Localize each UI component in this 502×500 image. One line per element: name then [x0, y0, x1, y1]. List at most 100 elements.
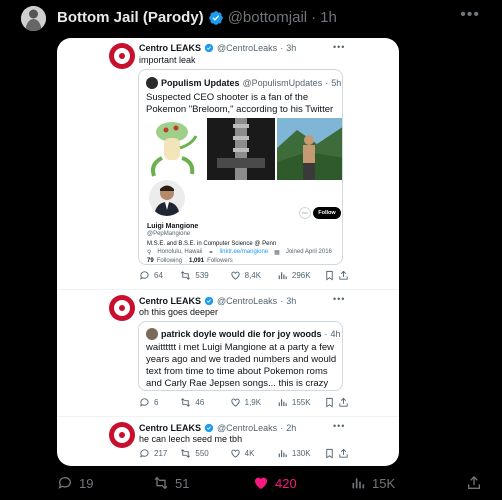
display-name[interactable]: Bottom Jail (Parody)	[57, 9, 204, 26]
bottomjail-avatar[interactable]	[21, 6, 46, 31]
like-count: 1,9K	[244, 398, 262, 407]
handle: @CentroLeaks	[217, 423, 278, 433]
views-count: 296K	[291, 271, 311, 280]
views-count: 130K	[291, 449, 311, 458]
verified-badge-icon	[208, 10, 223, 25]
separator: ·	[280, 296, 284, 306]
hiking-photo	[277, 118, 342, 180]
views-action: 296K	[277, 270, 324, 281]
handle[interactable]: @bottomjail	[228, 9, 307, 26]
like-count: 8,4K	[244, 271, 262, 280]
timestamp: 3h	[286, 296, 297, 306]
display-name: Centro LEAKS	[139, 296, 202, 306]
profile-screenshot: Follow ⋯ Luigi Mangione @PepMangione M.S…	[139, 118, 342, 264]
separator: ·	[324, 329, 328, 339]
repost-count: 550	[195, 449, 209, 458]
calendar-icon: ▦	[274, 250, 280, 256]
timestamp[interactable]: 1h	[320, 9, 337, 26]
tweet-header: Centro LEAKS @CentroLeaks · 3h	[139, 43, 296, 53]
repost-action: 539	[180, 270, 229, 281]
reply-button[interactable]: 19	[57, 475, 93, 491]
like-button[interactable]: 420	[253, 475, 297, 491]
followers-label: Followers	[207, 258, 233, 264]
reply-icon	[140, 271, 149, 280]
like-action: 1,9K	[230, 397, 277, 408]
like-count: 420	[275, 475, 297, 491]
quoted-tweet: Populism Updates @PopulismUpdates · 5h S…	[138, 69, 343, 265]
quote-header: Populism Updates @PopulismUpdates · 5h	[146, 77, 341, 89]
screenshot-image[interactable]: Centro LEAKS @CentroLeaks · 3h ••• impor…	[57, 38, 399, 466]
like-count: 4K	[244, 449, 255, 458]
repost-icon	[181, 398, 191, 407]
separator: ·	[280, 423, 284, 433]
bookmark-icon	[324, 448, 338, 459]
tweet-actions: 64 539 8,4K 296K	[139, 270, 349, 281]
centro-avatar	[109, 295, 135, 321]
timestamp: 4h	[330, 329, 341, 339]
quote-avatar	[146, 77, 158, 89]
share-icon	[338, 448, 349, 459]
reply-count: 6	[154, 398, 159, 407]
like-action: 8,4K	[230, 270, 277, 281]
tweet-actions: 217 550 4K 130K	[139, 448, 349, 459]
separator: ·	[280, 43, 284, 53]
profile-bio: M.S.E. and B.S.E. in Computer Science @ …	[147, 241, 277, 247]
profile-joined: Joined April 2016	[285, 249, 332, 255]
bookmark-icon	[324, 270, 338, 281]
profile-meta: ⚲ Honolulu, Hawaii ⚭ linktr.ee/mangione …	[147, 249, 332, 256]
display-name: Centro LEAKS	[139, 423, 202, 433]
tweet-text: he can leech seed me tbh	[139, 434, 243, 444]
tweet-text: important leak	[139, 55, 196, 65]
profile-link: linktr.ee/mangione	[219, 249, 269, 255]
views-icon	[278, 272, 287, 280]
verified-badge-icon	[204, 423, 214, 433]
separator: ·	[311, 9, 317, 26]
verified-badge-icon	[204, 43, 214, 53]
views-icon	[278, 399, 287, 407]
heart-icon	[231, 449, 240, 458]
repost-icon	[181, 449, 191, 458]
share-icon	[338, 397, 349, 408]
followers-count: 1,091	[189, 258, 205, 264]
bookmark-icon	[324, 397, 338, 408]
views-icon	[352, 478, 365, 489]
share-button[interactable]	[466, 475, 482, 491]
views-button[interactable]: 15K	[350, 475, 395, 491]
more-options-icon[interactable]: •••	[460, 6, 480, 24]
repost-icon	[154, 476, 168, 490]
profile-name: Luigi Mangione	[147, 223, 199, 230]
following-label: Following	[156, 258, 183, 264]
repost-count: 46	[195, 398, 205, 407]
share-icon	[338, 270, 349, 281]
link-icon: ⚭	[208, 250, 214, 256]
timestamp: 5h	[331, 78, 342, 88]
quote-header: patrick doyle would die for joy woods · …	[146, 328, 341, 340]
reply-icon	[140, 449, 149, 458]
heart-filled-icon	[255, 477, 267, 489]
reply-count: 19	[79, 475, 94, 491]
location-icon: ⚲	[147, 250, 152, 256]
reply-icon	[58, 477, 71, 489]
repost-action: 46	[180, 397, 229, 408]
reply-action: 217	[139, 448, 180, 459]
repost-count: 51	[175, 475, 190, 491]
views-action: 155K	[277, 397, 324, 408]
divider	[57, 289, 399, 290]
repost-button[interactable]: 51	[153, 475, 189, 491]
timestamp: 2h	[286, 423, 297, 433]
reply-action: 6	[139, 397, 180, 408]
like-action: 4K	[230, 448, 277, 459]
quote-text: Suspected CEO shooter is a fan of the Po…	[146, 92, 334, 115]
reply-icon	[140, 398, 149, 407]
breloom-image	[142, 118, 204, 184]
reply-count: 64	[154, 271, 163, 280]
profile-avatar	[147, 178, 187, 218]
profile-follow-counts: 79 Following 1,091 Followers	[147, 258, 233, 264]
xray-image	[207, 118, 275, 180]
quote-avatar	[146, 328, 158, 340]
more-options-icon: •••	[333, 42, 346, 52]
display-name: Populism Updates	[161, 78, 240, 88]
repost-icon	[181, 271, 191, 280]
repost-count: 539	[195, 271, 209, 280]
centro-avatar	[109, 422, 135, 448]
